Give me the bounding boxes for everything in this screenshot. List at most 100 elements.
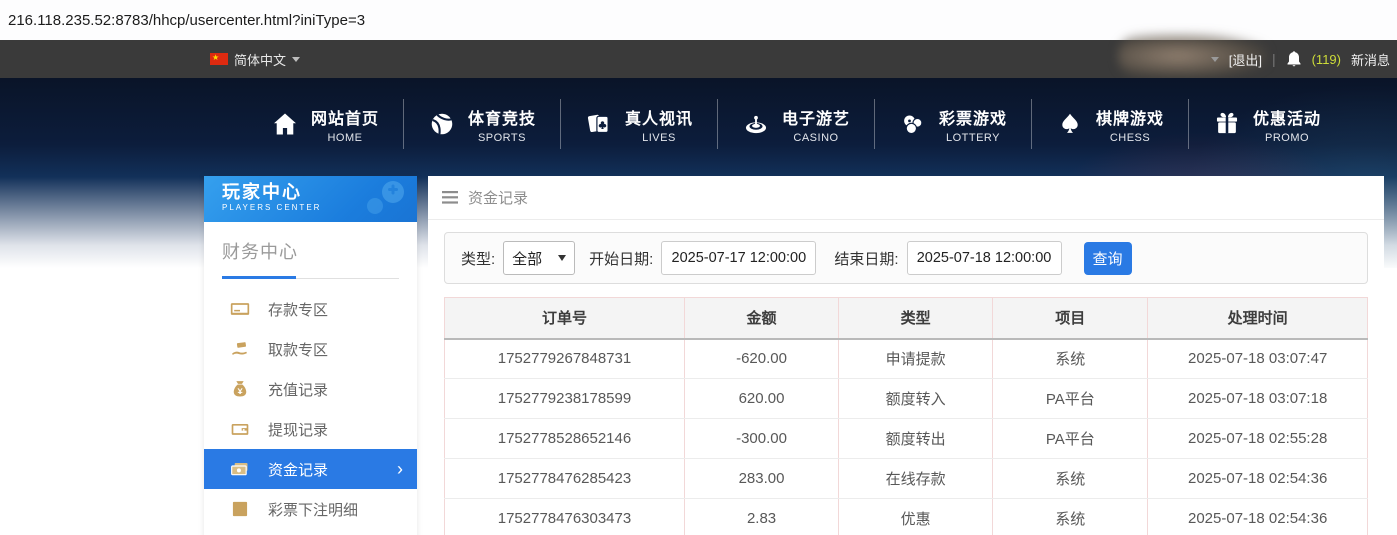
table-header-cell: 订单号 [444,297,685,340]
funds-records-table: 订单号 金额 类型 项目 处理时间 1752779267848731 -620.00 申请提… [444,297,1368,535]
table-cell: 620.00 [683,378,840,419]
end-date-label: 结束日期: [834,250,899,268]
roulette-icon [742,110,770,138]
nav-item-promo[interactable]: 优惠活动 PROMO [1189,105,1345,144]
nav-label-zh: 优惠活动 [1253,110,1322,128]
url-text: 216.118.235.52:8783/hhcp/usercenter.html… [8,11,366,29]
nav-label-zh: 彩票游戏 [939,110,1008,128]
nav-item-sports[interactable]: 体育竞技 SPORTS [404,105,560,144]
finance-section: 财务中心 [204,222,417,279]
table-cell: -300.00 [683,418,840,459]
language-selector[interactable]: ★ 简体中文 [210,50,301,69]
user-chevron-down-icon [1210,56,1219,62]
sidebar-item-资金记录[interactable]: 资金记录 › [204,449,417,489]
sidebar-item-label: 存款专区 [268,301,329,319]
nav-item-text: 体育竞技 SPORTS [468,105,536,144]
start-date-input[interactable] [661,241,817,275]
nav-item-text: 网站首页 HOME [311,105,379,144]
divider: | [1271,51,1276,67]
sidebar-item-存款专区[interactable]: 存款专区 [204,289,417,329]
table-cell: 2025-07-18 03:07:18 [1147,378,1368,419]
sidebar-header: 玩家中心 PLAYERS CENTER [204,176,417,222]
sidebar-item-提现记录[interactable]: 提现记录 [204,409,417,449]
nav-label-en: CHESS [1109,131,1151,144]
sidebar-item-厅室投注记录[interactable]: 厅室投注记录 [204,529,417,535]
bell-icon[interactable] [1286,50,1302,68]
table-row: 1752779238178599 620.00 额度转入 PA平台 2025-07-18… [444,378,1368,419]
table-cell: 在线存款 [838,458,994,499]
sidebar-item-彩票下注明细[interactable]: 彩票下注明细 [204,489,417,529]
table-cell: 1752778528652146 [444,418,685,459]
table-cell: 系统 [992,498,1149,535]
nav-item-home[interactable]: 网站首页 HOME [247,105,403,144]
sidebar-item-label: 提现记录 [268,421,329,439]
deposit-card-icon [230,299,250,319]
search-button[interactable]: 查询 [1083,241,1132,275]
nav-label-en: PROMO [1265,131,1310,144]
nav-item-casino[interactable]: 电子游艺 CASINO [718,105,874,144]
table-row: 1752778528652146 -300.00 额度转出 PA平台 2025-07-1… [444,418,1368,459]
table-cell: 申请提款 [838,338,994,379]
breadcrumb: 资金记录 [428,176,1384,220]
table-row: 1752778476285423 283.00 在线存款 系统 2025-07-18 0… [444,458,1368,499]
url-bar[interactable]: 216.118.235.52:8783/hhcp/usercenter.html… [0,0,1397,40]
table-cell: 2025-07-18 02:54:36 [1147,498,1368,535]
nav-label-en: LOTTERY [945,131,1001,144]
table-cell: 2.83 [683,498,840,535]
table-cell: 系统 [992,338,1149,379]
nav-item-lives[interactable]: 真人视讯 LIVES [561,105,717,144]
breadcrumb-label: 资金记录 [468,190,529,207]
table-header-cell: 金额 [683,297,840,340]
end-date-input[interactable] [906,241,1062,275]
nav-item-lottery[interactable]: 彩票游戏 LOTTERY [875,105,1031,144]
nav-label-zh: 体育竞技 [467,110,536,128]
table-cell: 283.00 [683,458,840,499]
start-date-label: 开始日期: [589,250,654,268]
nav-label-zh: 棋牌游戏 [1096,110,1165,128]
lottery-balls-icon [899,110,927,138]
table-cell: 2025-07-18 02:54:36 [1147,458,1368,499]
table-header-cell: 项目 [992,297,1149,340]
nav-label-zh: 真人视讯 [624,110,693,128]
table-cell: 1752778476285423 [444,458,685,499]
sidebar-item-label: 彩票下注明细 [268,501,359,519]
sidebar-item-取款专区[interactable]: 取款专区 [204,329,417,369]
cash-icon [230,459,250,479]
sidebar-item-label: 取款专区 [268,341,329,359]
table-cell: 额度转入 [838,378,994,419]
moneybag-icon [230,379,250,399]
logout-button[interactable]: [退出] [1229,50,1262,69]
home-icon [271,110,299,138]
nav-item-text: 彩票游戏 LOTTERY [939,105,1007,144]
sidebar-item-充值记录[interactable]: 充值记录 [204,369,417,409]
table-cell: 1752779267848731 [444,338,685,379]
table-cell: -620.00 [683,338,840,379]
type-select-value: 全部 [512,250,543,268]
language-label: 简体中文 [234,52,287,68]
message-count[interactable]: (119) [1312,52,1341,67]
hamburger-icon [442,191,458,204]
player-center-sidebar: 玩家中心 PLAYERS CENTER 财务中心 存款专区取款专区充值记录提现记… [204,176,417,535]
cards-icon [585,110,613,138]
nav-item-text: 真人视讯 LIVES [625,105,693,144]
table-body: 1752779267848731 -620.00 申请提款 系统 2025-07-18 … [444,338,1368,535]
basketball-icon [428,110,456,138]
chevron-right-icon: › [397,459,403,479]
table-row: 1752779267848731 -620.00 申请提款 系统 2025-07-18 … [444,338,1368,379]
table-header-row: 订单号 金额 类型 项目 处理时间 [444,297,1368,340]
type-select[interactable]: 全部 [503,241,576,275]
nav-items: 网站首页 HOME 体育竞技 SPORTS 真人视讯 LIVES 电子游艺 CASINO 彩票游… [247,99,1345,149]
table-cell: 额度转出 [838,418,994,459]
table-cell: 1752778476303473 [444,498,685,535]
select-caret-icon [558,255,567,261]
main-panel: 资金记录 类型: 全部 开始日期: 结束日期: 查询 订单号金额类型项目处理时间… [428,176,1384,535]
table-cell: 2025-07-18 03:07:47 [1147,338,1368,379]
message-label[interactable]: 新消息 [1351,50,1390,69]
gamepad-icon [355,180,411,222]
nav-item-chess[interactable]: 棋牌游戏 CHESS [1032,105,1188,144]
nav-item-text: 电子游艺 CASINO [782,105,850,144]
china-flag-icon: ★ [210,53,228,65]
nav-label-zh: 电子游艺 [781,110,850,128]
nav-label-en: SPORTS [477,131,526,144]
withdraw-hand-icon [230,339,250,359]
